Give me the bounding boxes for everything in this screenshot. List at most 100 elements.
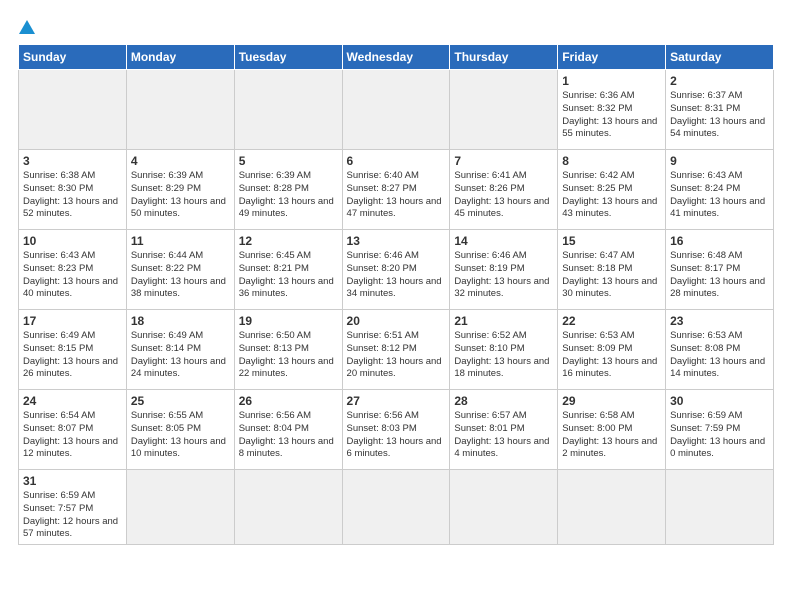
day-info: Sunrise: 6:43 AM Sunset: 8:24 PM Dayligh… xyxy=(670,170,769,221)
day-number: 12 xyxy=(239,234,338,248)
logo-wrapper xyxy=(18,18,38,36)
calendar-cell-5-5: 28 Sunrise: 6:57 AM Sunset: 8:01 PM Dayli… xyxy=(450,390,558,470)
day-info: Sunrise: 6:57 AM Sunset: 8:01 PM Dayligh… xyxy=(454,410,553,461)
day-info: Sunrise: 6:39 AM Sunset: 8:29 PM Dayligh… xyxy=(131,170,230,221)
calendar-cell-6-3 xyxy=(234,470,342,545)
calendar-cell-1-2 xyxy=(126,70,234,150)
day-info: Sunrise: 6:55 AM Sunset: 8:05 PM Dayligh… xyxy=(131,410,230,461)
day-info: Sunrise: 6:36 AM Sunset: 8:32 PM Dayligh… xyxy=(562,90,661,141)
calendar-cell-4-1: 17Sunrise: 6:49 AM Sunset: 8:15 PM Dayli… xyxy=(19,310,127,390)
calendar-week-5: 24 Sunrise: 6:54 AM Sunset: 8:07 PM Dayli… xyxy=(19,390,774,470)
weekday-header-tuesday: Tuesday xyxy=(234,45,342,70)
calendar-week-6: 31Sunrise: 6:59 AM Sunset: 7:57 PM Dayli… xyxy=(19,470,774,545)
calendar-cell-1-4 xyxy=(342,70,450,150)
calendar-cell-1-6: 1 Sunrise: 6:36 AM Sunset: 8:32 PM Daylig… xyxy=(558,70,666,150)
calendar-cell-2-6: 8 Sunrise: 6:42 AM Sunset: 8:25 PM Daylig… xyxy=(558,150,666,230)
day-number: 20 xyxy=(347,314,446,328)
day-info: Sunrise: 6:52 AM Sunset: 8:10 PM Dayligh… xyxy=(454,330,553,381)
day-number: 26 xyxy=(239,394,338,408)
day-info: Sunrise: 6:43 AM Sunset: 8:23 PM Dayligh… xyxy=(23,250,122,301)
day-info: Sunrise: 6:49 AM Sunset: 8:15 PM Dayligh… xyxy=(23,330,122,381)
logo-area xyxy=(18,18,38,36)
day-number: 31 xyxy=(23,474,122,488)
calendar-cell-5-6: 29 Sunrise: 6:58 AM Sunset: 8:00 PM Dayli… xyxy=(558,390,666,470)
day-info: Sunrise: 6:58 AM Sunset: 8:00 PM Dayligh… xyxy=(562,410,661,461)
calendar-cell-2-4: 6 Sunrise: 6:40 AM Sunset: 8:27 PM Daylig… xyxy=(342,150,450,230)
day-number: 24 xyxy=(23,394,122,408)
day-info: Sunrise: 6:59 AM Sunset: 7:59 PM Dayligh… xyxy=(670,410,769,461)
calendar-cell-3-3: 12 Sunrise: 6:45 AM Sunset: 8:21 PM Dayli… xyxy=(234,230,342,310)
day-info: Sunrise: 6:54 AM Sunset: 8:07 PM Dayligh… xyxy=(23,410,122,461)
logo-icon xyxy=(18,18,36,36)
day-info: Sunrise: 6:38 AM Sunset: 8:30 PM Dayligh… xyxy=(23,170,122,221)
calendar-cell-5-7: 30 Sunrise: 6:59 AM Sunset: 7:59 PM Dayli… xyxy=(666,390,774,470)
day-info: Sunrise: 6:48 AM Sunset: 8:17 PM Dayligh… xyxy=(670,250,769,301)
day-info: Sunrise: 6:42 AM Sunset: 8:25 PM Dayligh… xyxy=(562,170,661,221)
calendar: SundayMondayTuesdayWednesdayThursdayFrid… xyxy=(18,44,774,545)
header xyxy=(18,18,774,36)
day-number: 18 xyxy=(131,314,230,328)
calendar-header-row: SundayMondayTuesdayWednesdayThursdayFrid… xyxy=(19,45,774,70)
day-number: 5 xyxy=(239,154,338,168)
day-info: Sunrise: 6:50 AM Sunset: 8:13 PM Dayligh… xyxy=(239,330,338,381)
calendar-cell-6-5 xyxy=(450,470,558,545)
weekday-header-saturday: Saturday xyxy=(666,45,774,70)
calendar-cell-1-1 xyxy=(19,70,127,150)
day-info: Sunrise: 6:56 AM Sunset: 8:04 PM Dayligh… xyxy=(239,410,338,461)
day-number: 11 xyxy=(131,234,230,248)
day-number: 14 xyxy=(454,234,553,248)
calendar-week-4: 17Sunrise: 6:49 AM Sunset: 8:15 PM Dayli… xyxy=(19,310,774,390)
day-number: 19 xyxy=(239,314,338,328)
day-number: 4 xyxy=(131,154,230,168)
weekday-header-sunday: Sunday xyxy=(19,45,127,70)
day-number: 3 xyxy=(23,154,122,168)
day-number: 13 xyxy=(347,234,446,248)
page: SundayMondayTuesdayWednesdayThursdayFrid… xyxy=(0,0,792,612)
calendar-cell-4-3: 19 Sunrise: 6:50 AM Sunset: 8:13 PM Dayli… xyxy=(234,310,342,390)
calendar-cell-6-7 xyxy=(666,470,774,545)
day-number: 22 xyxy=(562,314,661,328)
calendar-cell-6-2 xyxy=(126,470,234,545)
calendar-cell-5-1: 24 Sunrise: 6:54 AM Sunset: 8:07 PM Dayli… xyxy=(19,390,127,470)
calendar-week-1: 1 Sunrise: 6:36 AM Sunset: 8:32 PM Daylig… xyxy=(19,70,774,150)
day-number: 8 xyxy=(562,154,661,168)
day-info: Sunrise: 6:44 AM Sunset: 8:22 PM Dayligh… xyxy=(131,250,230,301)
weekday-header-friday: Friday xyxy=(558,45,666,70)
day-info: Sunrise: 6:53 AM Sunset: 8:09 PM Dayligh… xyxy=(562,330,661,381)
weekday-header-wednesday: Wednesday xyxy=(342,45,450,70)
calendar-cell-1-5 xyxy=(450,70,558,150)
calendar-cell-5-3: 26 Sunrise: 6:56 AM Sunset: 8:04 PM Dayli… xyxy=(234,390,342,470)
day-number: 29 xyxy=(562,394,661,408)
day-info: Sunrise: 6:56 AM Sunset: 8:03 PM Dayligh… xyxy=(347,410,446,461)
day-info: Sunrise: 6:49 AM Sunset: 8:14 PM Dayligh… xyxy=(131,330,230,381)
calendar-cell-4-7: 23 Sunrise: 6:53 AM Sunset: 8:08 PM Dayli… xyxy=(666,310,774,390)
weekday-header-thursday: Thursday xyxy=(450,45,558,70)
day-number: 23 xyxy=(670,314,769,328)
day-number: 30 xyxy=(670,394,769,408)
calendar-week-3: 10Sunrise: 6:43 AM Sunset: 8:23 PM Dayli… xyxy=(19,230,774,310)
calendar-cell-2-7: 9Sunrise: 6:43 AM Sunset: 8:24 PM Daylig… xyxy=(666,150,774,230)
day-info: Sunrise: 6:40 AM Sunset: 8:27 PM Dayligh… xyxy=(347,170,446,221)
calendar-cell-1-7: 2 Sunrise: 6:37 AM Sunset: 8:31 PM Daylig… xyxy=(666,70,774,150)
calendar-cell-1-3 xyxy=(234,70,342,150)
day-number: 21 xyxy=(454,314,553,328)
day-info: Sunrise: 6:37 AM Sunset: 8:31 PM Dayligh… xyxy=(670,90,769,141)
day-number: 25 xyxy=(131,394,230,408)
day-number: 6 xyxy=(347,154,446,168)
calendar-cell-2-5: 7Sunrise: 6:41 AM Sunset: 8:26 PM Daylig… xyxy=(450,150,558,230)
weekday-header-monday: Monday xyxy=(126,45,234,70)
day-info: Sunrise: 6:46 AM Sunset: 8:20 PM Dayligh… xyxy=(347,250,446,301)
calendar-cell-2-1: 3 Sunrise: 6:38 AM Sunset: 8:30 PM Daylig… xyxy=(19,150,127,230)
calendar-cell-5-2: 25 Sunrise: 6:55 AM Sunset: 8:05 PM Dayli… xyxy=(126,390,234,470)
day-number: 2 xyxy=(670,74,769,88)
day-info: Sunrise: 6:53 AM Sunset: 8:08 PM Dayligh… xyxy=(670,330,769,381)
day-number: 1 xyxy=(562,74,661,88)
day-info: Sunrise: 6:41 AM Sunset: 8:26 PM Dayligh… xyxy=(454,170,553,221)
calendar-cell-6-6 xyxy=(558,470,666,545)
calendar-cell-6-4 xyxy=(342,470,450,545)
day-number: 28 xyxy=(454,394,553,408)
calendar-cell-4-6: 22 Sunrise: 6:53 AM Sunset: 8:09 PM Dayli… xyxy=(558,310,666,390)
calendar-cell-4-5: 21 Sunrise: 6:52 AM Sunset: 8:10 PM Dayli… xyxy=(450,310,558,390)
day-info: Sunrise: 6:45 AM Sunset: 8:21 PM Dayligh… xyxy=(239,250,338,301)
day-number: 27 xyxy=(347,394,446,408)
